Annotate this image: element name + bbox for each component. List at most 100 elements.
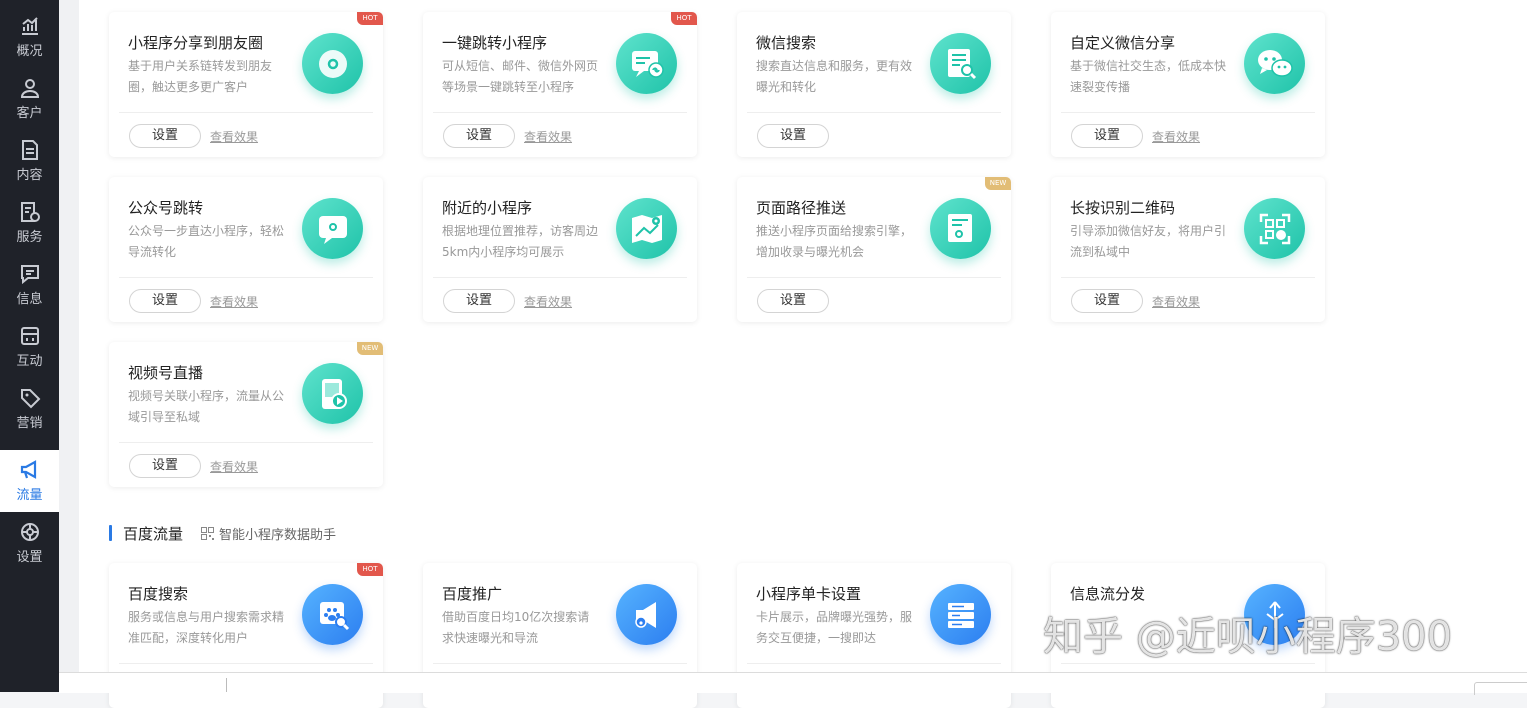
sidebar-item-settings[interactable]: 设置 <box>0 512 59 574</box>
card-title: 一键跳转小程序 <box>442 34 548 52</box>
sidebar-item-message[interactable]: 信息 <box>0 254 59 316</box>
hot-badge: HOT <box>357 563 383 576</box>
card-divider <box>433 663 687 664</box>
sidebar: 概况 客户 内容 服务 信息 互动 营销 流量 设置 <box>0 0 59 692</box>
view-effect-link[interactable]: 查看效果 <box>1152 293 1200 310</box>
card-list-icon <box>930 584 991 645</box>
card-desc: 服务或信息与用户搜索需求精准匹配，深度转化用户 <box>128 610 285 645</box>
card-title: 小程序单卡设置 <box>756 585 862 603</box>
card-divider <box>1061 277 1315 278</box>
view-effect-link[interactable]: 查看效果 <box>210 128 258 145</box>
card-title: 自定义微信分享 <box>1070 34 1176 52</box>
card-title: 附近的小程序 <box>442 199 533 217</box>
card-desc: 基于微信社交生态，低成本快速裂变传播 <box>1070 59 1227 94</box>
sidebar-item-label: 营销 <box>16 416 43 431</box>
card-title: 微信搜索 <box>756 34 817 52</box>
card-divider <box>1061 112 1315 113</box>
sidebar-item-service[interactable]: 服务 <box>0 192 59 254</box>
view-effect-link[interactable]: 查看效果 <box>524 293 572 310</box>
data-assistant-link[interactable]: 智能小程序数据助手 <box>219 524 336 543</box>
sidebar-item-label: 服务 <box>16 230 43 245</box>
settings-button[interactable]: 设置 <box>757 289 829 313</box>
sidebar-item-label: 设置 <box>16 550 43 565</box>
baidu-section-header: 百度流量 智能小程序数据助手 <box>109 523 336 543</box>
sidebar-item-label: 概况 <box>16 44 43 59</box>
sidebar-item-interact[interactable]: 互动 <box>0 316 59 378</box>
card-title: 小程序分享到朋友圈 <box>128 34 264 52</box>
card-desc: 公众号一步直达小程序，轻松导流转化 <box>128 224 285 259</box>
bottom-bar <box>59 672 1527 695</box>
qrcode-small-icon <box>201 526 215 540</box>
view-effect-link[interactable]: 查看效果 <box>524 128 572 145</box>
gear-icon <box>20 523 39 541</box>
page-push-icon <box>930 198 991 259</box>
settings-button[interactable]: 设置 <box>129 454 201 478</box>
user-icon <box>20 79 39 98</box>
view-effect-link[interactable]: 查看效果 <box>210 293 258 310</box>
bottom-separator <box>226 678 227 692</box>
moments-share-icon <box>302 33 363 94</box>
settings-button[interactable]: 设置 <box>443 124 515 148</box>
settings-button[interactable]: 设置 <box>129 124 201 148</box>
map-pin-icon <box>616 198 677 259</box>
hot-badge: HOT <box>671 12 697 25</box>
watermark: 知乎 @近呗小程序300 <box>1043 614 1453 660</box>
card-official-account-jump: 公众号跳转 公众号一步直达小程序，轻松导流转化 设置 查看效果 <box>109 177 383 322</box>
view-effect-link[interactable]: 查看效果 <box>210 458 258 475</box>
card-desc: 借助百度日均10亿次搜索请求快速曝光和导流 <box>442 610 590 645</box>
settings-button[interactable]: 设置 <box>757 124 829 148</box>
card-desc: 引导添加微信好友，将用户引流到私域中 <box>1070 224 1227 259</box>
hot-badge: HOT <box>357 12 383 25</box>
content-gutter <box>59 0 79 692</box>
card-divider <box>433 277 687 278</box>
settings-button[interactable]: 设置 <box>1071 289 1143 313</box>
card-title: 百度推广 <box>442 585 503 603</box>
message-icon <box>20 265 39 285</box>
sidebar-item-traffic[interactable]: 流量 <box>0 450 59 512</box>
view-effect-link[interactable]: 查看效果 <box>1152 128 1200 145</box>
card-title: 百度搜索 <box>128 585 189 603</box>
sidebar-item-content[interactable]: 内容 <box>0 130 59 192</box>
settings-button[interactable]: 设置 <box>1071 124 1143 148</box>
settings-button[interactable]: 设置 <box>129 289 201 313</box>
bottom-tab[interactable] <box>1474 682 1527 695</box>
sidebar-item-label: 客户 <box>16 106 43 121</box>
card-wechat-search: 微信搜索 搜索直达信息和服务，更有效曝光和转化 设置 <box>737 12 1011 157</box>
baidu-search-icon <box>302 584 363 645</box>
jump-link-icon <box>616 33 677 94</box>
sidebar-item-label: 互动 <box>16 354 43 369</box>
baidu-promote-icon <box>616 584 677 645</box>
sidebar-item-overview[interactable]: 概况 <box>0 6 59 68</box>
card-long-press-qrcode: 长按识别二维码 引导添加微信好友，将用户引流到私域中 设置 查看效果 <box>1051 177 1325 322</box>
card-page-path-push: NEW 页面路径推送 推送小程序页面给搜索引擎，增加收录与曝光机会 设置 <box>737 177 1011 322</box>
qrcode-icon <box>1244 198 1305 259</box>
card-desc: 可从短信、邮件、微信外网页等场景一键跳转至小程序 <box>442 59 599 94</box>
sidebar-item-customer[interactable]: 客户 <box>0 68 59 130</box>
card-divider <box>433 112 687 113</box>
card-title: 视频号直播 <box>128 364 204 382</box>
card-divider <box>747 663 1001 664</box>
new-badge: NEW <box>985 177 1011 190</box>
settings-button[interactable]: 设置 <box>443 289 515 313</box>
tag-icon <box>20 389 40 409</box>
sidebar-item-label: 流量 <box>16 488 43 503</box>
chart-bar-icon <box>21 17 38 35</box>
section-title: 百度流量 <box>123 524 184 543</box>
sidebar-item-label: 信息 <box>16 292 43 307</box>
card-desc: 视频号关联小程序，流量从公域引导至私域 <box>128 389 285 424</box>
card-custom-share: 自定义微信分享 基于微信社交生态，低成本快速裂变传播 设置 查看效果 <box>1051 12 1325 157</box>
video-live-icon <box>302 363 363 424</box>
sidebar-item-label: 内容 <box>16 168 43 183</box>
card-channels-live: NEW 视频号直播 视频号关联小程序，流量从公域引导至私域 设置 查看效果 <box>109 342 383 487</box>
card-title: 长按识别二维码 <box>1070 199 1176 217</box>
card-one-click-jump: HOT 一键跳转小程序 可从短信、邮件、微信外网页等场景一键跳转至小程序 设置 … <box>423 12 697 157</box>
card-desc: 根据地理位置推荐，访客周边5km内小程序均可展示 <box>442 224 599 259</box>
document-icon <box>21 140 38 160</box>
section-accent-bar <box>109 525 112 541</box>
card-title: 公众号跳转 <box>128 199 204 217</box>
card-desc: 基于用户关系链转发到朋友圈，触达更多更广客户 <box>128 59 273 94</box>
card-title: 页面路径推送 <box>756 199 847 217</box>
card-desc: 推送小程序页面给搜索引擎，增加收录与曝光机会 <box>756 224 913 259</box>
sidebar-item-marketing[interactable]: 营销 <box>0 378 59 440</box>
interact-icon <box>20 327 39 345</box>
